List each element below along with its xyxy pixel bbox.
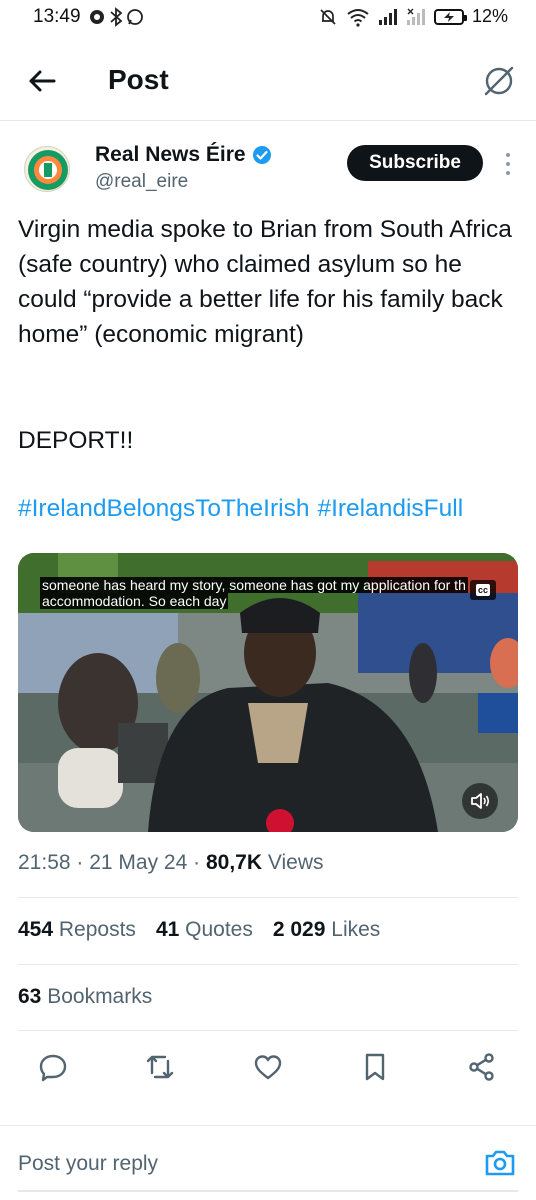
post-hashtags: #IrelandBelongsToTheIrish #IrelandisFull (18, 491, 471, 526)
engagement-stats: 454 Reposts 41 Quotes 2 029 Likes (18, 918, 380, 942)
likes-label: Likes (331, 918, 381, 941)
share-icon (469, 1053, 494, 1081)
like-button[interactable] (251, 1050, 285, 1084)
page-title: Post (108, 64, 169, 95)
status-left-icons (88, 7, 144, 27)
likes-stat[interactable]: 2 029 Likes (273, 918, 380, 942)
divider (18, 1030, 518, 1031)
signal-icon (378, 8, 397, 25)
reply-icon (39, 1054, 67, 1082)
avatar[interactable] (24, 146, 70, 192)
divider (0, 1125, 536, 1126)
post-text: Virgin media spoke to Brian from South A… (18, 216, 512, 348)
views-count: 80,7K (205, 851, 263, 874)
closed-captions-button[interactable]: cc (470, 580, 496, 600)
status-time: 13:49 (33, 6, 81, 27)
whatsapp-icon (127, 9, 143, 25)
bookmarks-stat[interactable]: 63 Bookmarks (18, 985, 152, 1009)
video-player[interactable]: someone has heard my story, someone has … (18, 553, 518, 832)
notification-icon (90, 10, 104, 24)
volume-button[interactable] (462, 783, 498, 819)
likes-count: 2 029 (272, 918, 326, 941)
reply-underline (18, 1190, 518, 1192)
camera-icon[interactable] (483, 1146, 517, 1180)
caption-line: accommodation. So each day (40, 593, 229, 609)
wifi-icon (347, 8, 369, 27)
reply-input[interactable] (18, 1146, 458, 1182)
quotes-stat[interactable]: 41 Quotes (156, 918, 253, 942)
bookmark-button[interactable] (358, 1050, 392, 1084)
silent-icon (320, 8, 336, 25)
video-caption: someone has heard my story, someone has … (40, 577, 495, 609)
top-app-bar: Post (0, 54, 536, 110)
post-meta: 21:58 · 21 May 24 · 80,7K Views (18, 851, 324, 874)
signal-x-icon (406, 8, 425, 25)
reposts-count: 454 (18, 918, 54, 941)
author-handle[interactable]: @real_eire (95, 171, 188, 193)
bookmarks-label: Bookmarks (47, 985, 153, 1008)
views-label: Views (267, 851, 324, 874)
hashtag-link[interactable]: #IrelandBelongsToTheIrish (18, 495, 309, 522)
grok-icon[interactable] (482, 64, 516, 98)
divider (18, 964, 518, 965)
bookmarks-count: 63 (18, 985, 42, 1008)
reply-button[interactable] (36, 1050, 70, 1084)
quotes-label: Quotes (185, 918, 253, 941)
author-name[interactable]: Real News Éire (95, 143, 246, 167)
post-text-deport: DEPORT!! (18, 427, 134, 454)
back-arrow-icon[interactable] (26, 65, 58, 97)
battery-percentage: 12% (471, 6, 508, 26)
volume-icon (471, 793, 490, 809)
post-date: 21 May 24 (89, 851, 188, 874)
battery-icon (433, 8, 467, 25)
status-bar: 13:49 12% (0, 0, 536, 34)
caption-line: someone has heard my story, someone has … (40, 577, 468, 593)
like-icon (254, 1055, 282, 1080)
verified-badge-icon (252, 146, 271, 164)
bluetooth-icon (110, 7, 123, 27)
cc-label: cc (475, 584, 490, 596)
status-right-icons: 12% (318, 6, 508, 27)
share-button[interactable] (465, 1050, 499, 1084)
reposts-stat[interactable]: 454 Reposts (18, 918, 136, 942)
hashtag-link[interactable]: #IrelandisFull (317, 495, 463, 522)
action-bar (0, 1048, 536, 1088)
more-options-icon[interactable] (498, 150, 518, 178)
divider (18, 897, 518, 898)
repost-button[interactable] (143, 1050, 177, 1084)
quotes-count: 41 (155, 918, 180, 941)
header-divider (0, 120, 536, 121)
repost-icon (146, 1055, 174, 1079)
bookmark-icon (365, 1053, 385, 1081)
subscribe-button[interactable]: Subscribe (347, 145, 483, 181)
post-time: 21:58 (18, 851, 71, 874)
reposts-label: Reposts (58, 918, 136, 941)
author-name-row[interactable]: Real News Éire (95, 143, 272, 167)
